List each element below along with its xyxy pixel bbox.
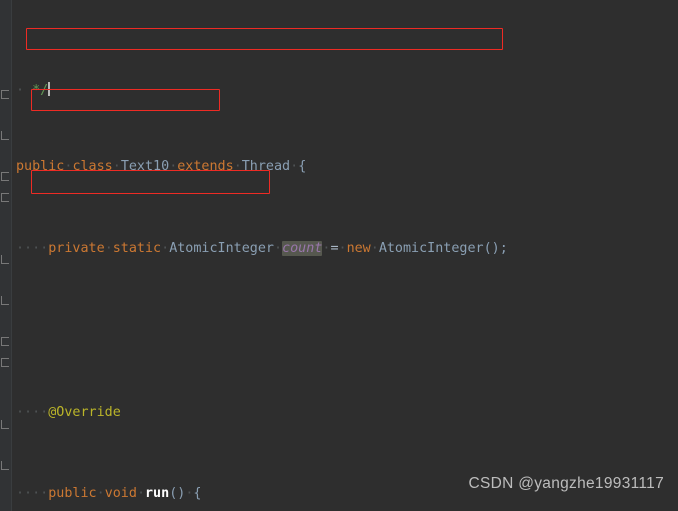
token-new: new <box>346 240 371 256</box>
token-parens: () <box>169 486 186 502</box>
code-line-4[interactable]: ····@Override <box>11 403 678 423</box>
token-classname: Text10 <box>120 159 170 175</box>
token-assign: = <box>330 240 339 256</box>
fold-marker-main-open[interactable] <box>1 337 10 348</box>
token-public: public <box>16 159 65 175</box>
token-static: static <box>112 240 162 256</box>
token-superclass: Thread <box>241 159 291 175</box>
fold-marker-addcount-close[interactable] <box>1 296 10 307</box>
fold-marker-for-close[interactable] <box>1 255 10 266</box>
code-line-2[interactable]: ····private·static·AtomicInteger·count·=… <box>11 239 678 259</box>
token-void: void <box>104 486 137 502</box>
code-line-1[interactable]: public·class·Text10·extends·Thread·{ <box>11 157 678 177</box>
token-parens: (); <box>483 240 508 256</box>
text-caret <box>48 81 51 96</box>
fold-marker-main-close[interactable] <box>1 461 10 472</box>
javadoc-end-token: */ <box>32 82 49 96</box>
token-extends: extends <box>177 159 234 175</box>
token-annotation-override: @Override <box>48 404 121 420</box>
token-brace: { <box>193 486 202 502</box>
fold-marker-main-for-close[interactable] <box>1 420 10 431</box>
token-brace: { <box>298 159 307 175</box>
token-public: public <box>48 486 97 502</box>
token-method-run: run <box>145 486 170 502</box>
code-editor[interactable]: · */ public·class·Text10·extends·Thread·… <box>0 0 678 511</box>
fold-marker-addcount-open[interactable] <box>1 172 10 183</box>
fold-marker-run-open[interactable] <box>1 90 10 101</box>
token-type-atomicinteger: AtomicInteger <box>169 240 274 256</box>
code-area[interactable]: · */ public·class·Text10·extends·Thread·… <box>11 0 678 511</box>
code-line-3-blank[interactable] <box>11 321 678 341</box>
fold-marker-main-for-open[interactable] <box>1 358 10 369</box>
fold-marker-run-close[interactable] <box>1 131 10 142</box>
csdn-watermark: CSDN @yangzhe19931117 <box>468 475 664 492</box>
token-class: class <box>72 159 113 175</box>
token-field-count: count <box>282 240 323 256</box>
fold-marker-for-open[interactable] <box>1 193 10 204</box>
token-constructor: AtomicInteger <box>378 240 484 256</box>
code-line-partial-comment: · */ <box>16 81 51 96</box>
token-private: private <box>48 240 105 256</box>
